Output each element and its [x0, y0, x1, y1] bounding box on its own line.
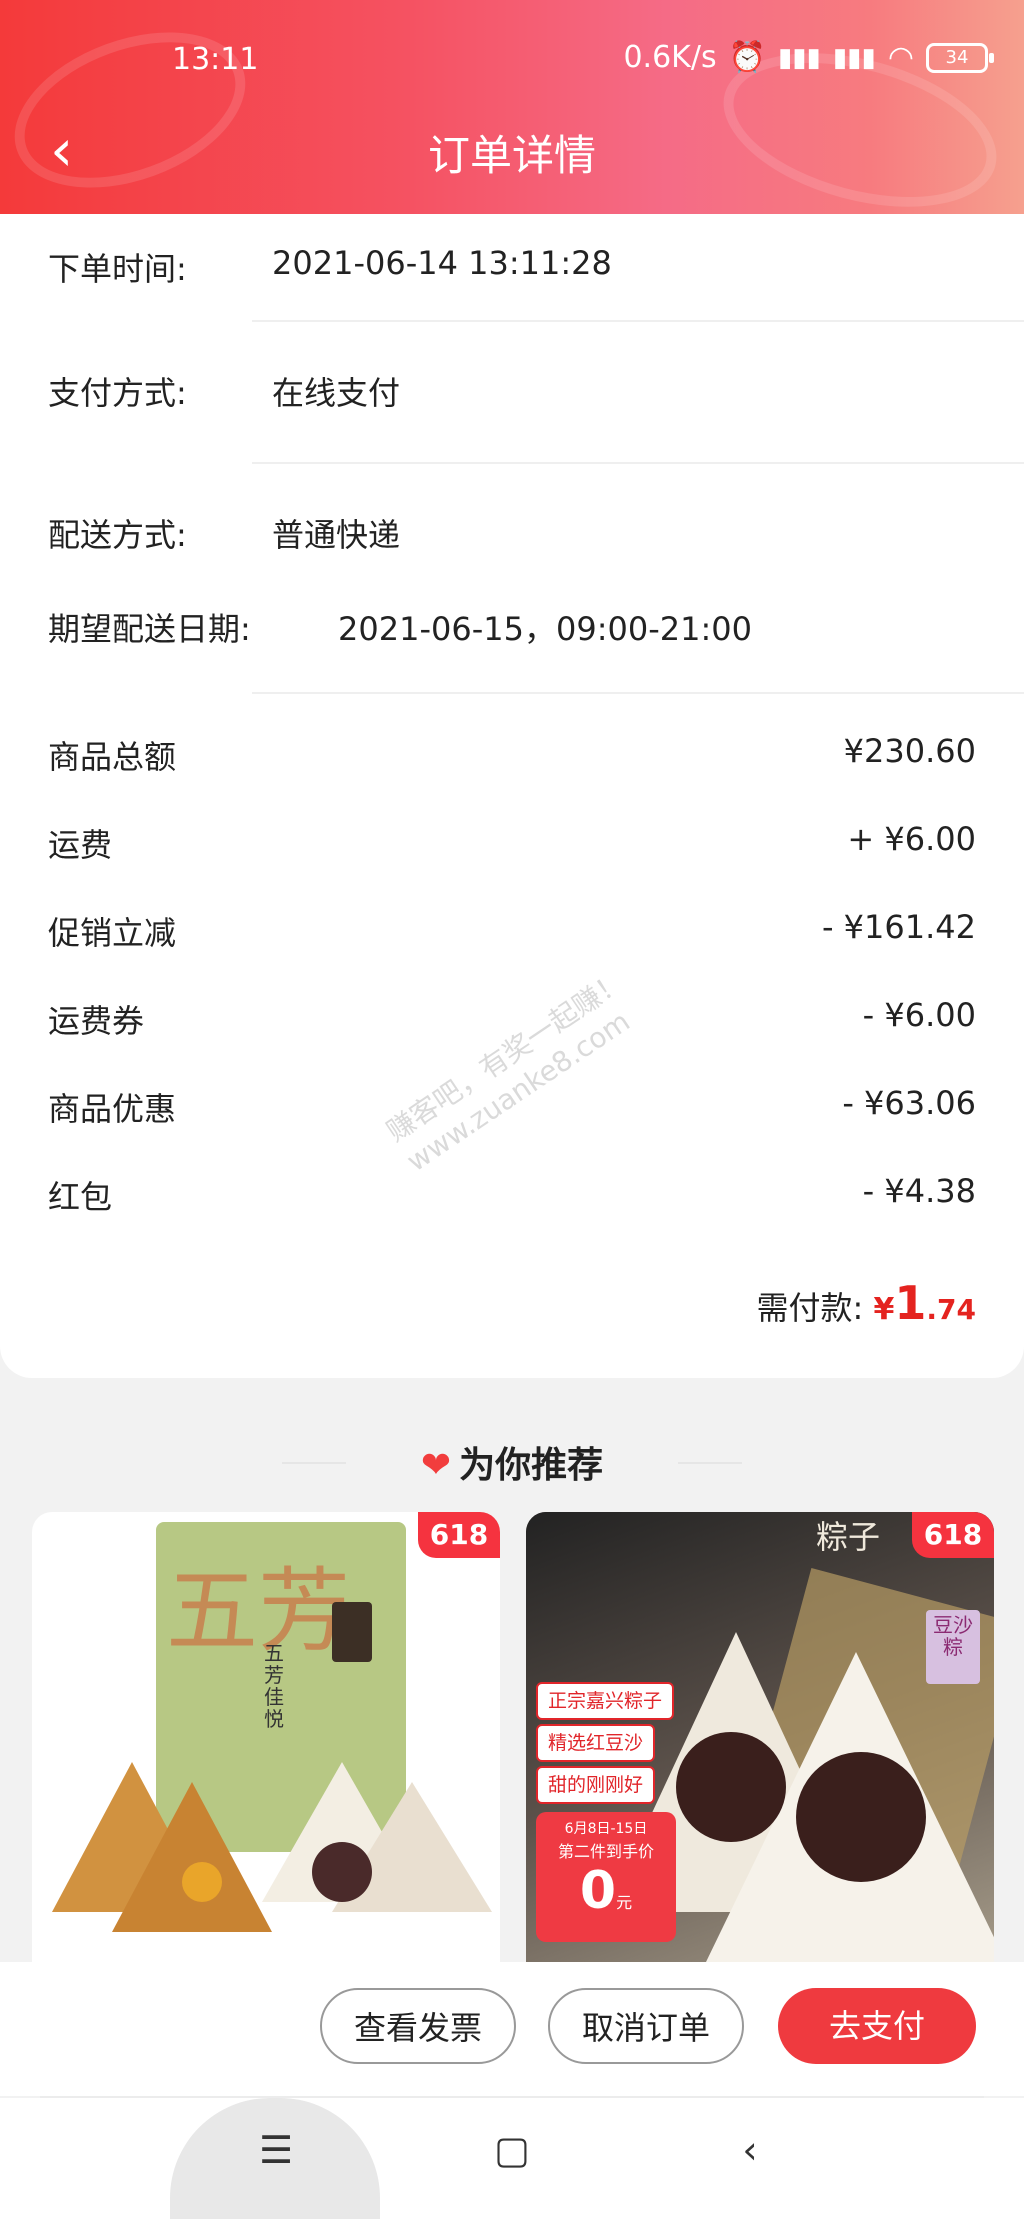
delivery-row: 配送方式: 普通快递: [48, 510, 400, 556]
promo-price: 0: [579, 1861, 617, 1921]
product-badge: 甜的刚刚好: [536, 1766, 656, 1804]
signal-icon: ▮▮▮: [777, 42, 821, 73]
action-bar: 查看发票 取消订单 去支付: [0, 1962, 1024, 2096]
payment-due-integer: 1: [894, 1276, 927, 1330]
fee-row: 商品总额 ¥230.60: [48, 732, 976, 778]
order-detail-card: 下单时间: 2021-06-14 13:11:28 支付方式: 在线支付 配送方…: [0, 214, 1024, 1378]
fee-label: 促销立减: [48, 914, 177, 952]
order-time-row: 下单时间: 2021-06-14 13:11:28: [48, 244, 612, 290]
payment-value: 在线支付: [272, 374, 401, 412]
menu-icon[interactable]: ☰: [246, 2120, 306, 2180]
promo-tag: 618: [912, 1512, 994, 1558]
fee-label: 商品优惠: [48, 1090, 177, 1128]
divider: [252, 692, 1024, 694]
payment-due-label: 需付款:: [756, 1289, 864, 1327]
delivery-value: 普通快递: [272, 516, 401, 554]
view-invoice-button[interactable]: 查看发票: [320, 1988, 516, 2064]
recommend-title: ❤ 为你推荐: [0, 1436, 1024, 1488]
back-nav-icon[interactable]: ‹: [720, 2120, 780, 2180]
product-brand-small: 五芳佳悦: [264, 1641, 284, 1731]
promo-tag: 618: [418, 1512, 500, 1558]
header-bar: 13:11 0.6K/s ⏰ ▮▮▮ ▮▮▮ ◠ 34 ‹ 订单详情: [0, 0, 1024, 214]
promo-unit: 元: [616, 1893, 633, 1912]
page-title: 订单详情: [427, 131, 596, 180]
payment-due-yen: ¥: [873, 1292, 895, 1327]
fee-label: 红包: [48, 1178, 113, 1216]
product-brand-big: 五芳: [166, 1558, 351, 1665]
status-bar: 13:11 0.6K/s ⏰ ▮▮▮ ▮▮▮ ◠ 34: [0, 40, 1024, 84]
order-time-value: 2021-06-14 13:11:28: [272, 244, 612, 282]
expected-date-value: 2021-06-15，09:00-21:00: [338, 610, 752, 648]
delivery-label: 配送方式:: [48, 516, 187, 554]
wifi-icon: ◠: [887, 40, 914, 75]
fee-label: 运费: [48, 826, 113, 864]
alarm-icon: ⏰: [728, 40, 766, 75]
divider: [252, 320, 1024, 322]
fee-value: - ¥6.00: [862, 996, 976, 1034]
heart-icon: ❤: [420, 1445, 452, 1486]
promo-box: 6月8日-15日 第二件到手价 0元: [536, 1812, 676, 1942]
fee-row: 促销立减 - ¥161.42: [48, 908, 976, 954]
fee-label: 运费券: [48, 1002, 145, 1040]
fee-row: 运费 + ¥6.00: [48, 820, 976, 866]
zongzi-filling: [796, 1752, 926, 1882]
product-top-label: 粽子: [816, 1518, 881, 1556]
product-badge: 正宗嘉兴粽子: [536, 1682, 675, 1720]
promo-date: 6月8日-15日: [564, 1821, 648, 1837]
payment-label: 支付方式:: [48, 374, 187, 412]
system-nav-bar: ☰ ▢ ‹: [0, 2098, 1024, 2219]
network-speed: 0.6K/s: [623, 40, 717, 75]
payment-due: 需付款: ¥1.74: [757, 1276, 976, 1330]
status-time: 13:11: [172, 42, 259, 77]
fee-value: ¥230.60: [843, 732, 976, 770]
zongzi-image: [112, 1782, 272, 1932]
fee-value: - ¥4.38: [862, 1172, 976, 1210]
recommend-title-text: 为你推荐: [459, 1445, 604, 1486]
fee-value: - ¥63.06: [842, 1084, 976, 1122]
zongzi-filling: [676, 1732, 786, 1842]
home-icon[interactable]: ▢: [482, 2120, 542, 2180]
order-time-label: 下单时间:: [48, 250, 187, 288]
payment-due-decimal: .74: [926, 1293, 976, 1326]
zongzi-filling: [312, 1842, 372, 1902]
product-badge: 精选红豆沙: [536, 1724, 656, 1762]
fee-value: - ¥161.42: [821, 908, 976, 946]
fee-value: + ¥6.00: [847, 820, 976, 858]
signal-icon-2: ▮▮▮: [832, 42, 876, 73]
pay-button[interactable]: 去支付: [778, 1988, 976, 2064]
fee-label: 商品总额: [48, 738, 177, 776]
expected-date-label: 期望配送日期:: [48, 610, 251, 648]
zongzi-filling: [182, 1862, 222, 1902]
product-card[interactable]: 粽子 豆沙粽 正宗嘉兴粽子 精选红豆沙 甜的刚刚好 6月8日-15日 第二件到手…: [526, 1512, 994, 1962]
cancel-order-button[interactable]: 取消订单: [548, 1988, 744, 2064]
battery-icon: 34: [926, 42, 994, 73]
divider: [252, 462, 1024, 464]
expected-date-row: 期望配送日期: 2021-06-15，09:00-21:00: [48, 604, 752, 650]
promo-text: 第二件到手价: [557, 1842, 654, 1861]
product-card[interactable]: 五芳 五芳佳悦 618: [32, 1512, 500, 1962]
payment-row: 支付方式: 在线支付: [48, 368, 400, 414]
fee-row: 红包 - ¥4.38: [48, 1172, 976, 1218]
brand-logo-icon: [332, 1602, 372, 1662]
